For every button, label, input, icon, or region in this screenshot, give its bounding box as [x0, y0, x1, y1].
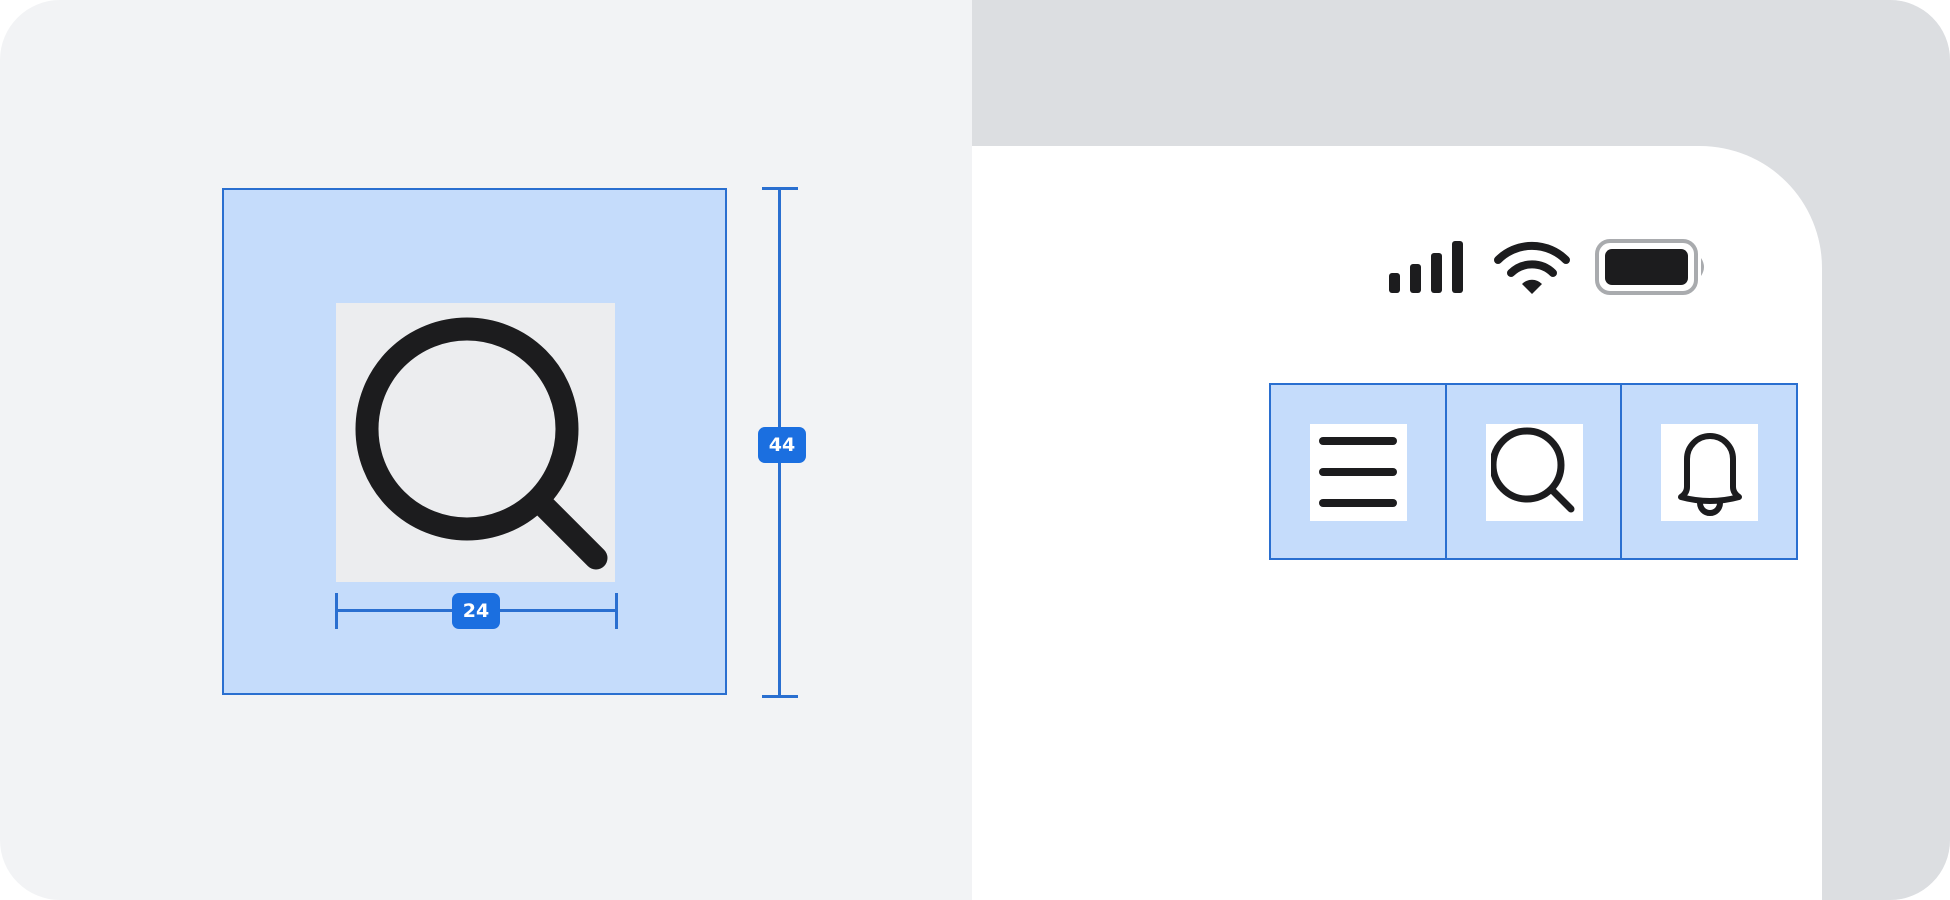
tab-bar [1269, 383, 1798, 560]
tab-search-icon-bounds [1485, 423, 1583, 521]
bell-icon [1677, 433, 1742, 516]
width-dimension-tick-left [335, 593, 338, 629]
width-badge: 24 [452, 593, 500, 629]
wifi-icon [1494, 241, 1570, 294]
tab-search[interactable] [1447, 385, 1623, 558]
search-icon [1491, 427, 1575, 513]
tab-notifications[interactable] [1622, 385, 1796, 558]
cellular-signal-icon [1389, 241, 1463, 293]
menu-icon [1319, 437, 1398, 507]
tab-menu[interactable] [1271, 385, 1447, 558]
height-dimension-cap-bottom [762, 695, 798, 698]
tab-notifications-icon-bounds [1661, 423, 1759, 521]
illustration-canvas: 44 24 [0, 0, 1950, 900]
tab-menu-icon-bounds [1309, 423, 1407, 521]
magnifying-glass-icon [355, 317, 608, 570]
battery-icon [1595, 239, 1704, 295]
height-dimension-cap-top [762, 187, 798, 190]
width-dimension-tick-right [615, 593, 618, 629]
height-badge: 44 [758, 427, 806, 463]
